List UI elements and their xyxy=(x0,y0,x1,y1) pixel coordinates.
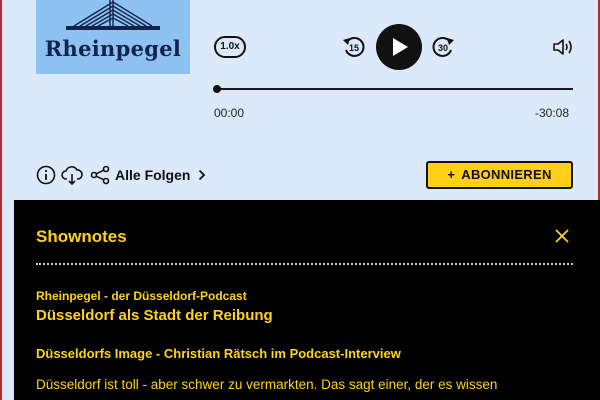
skip-forward-button[interactable]: 30 xyxy=(430,34,456,60)
play-icon xyxy=(393,38,408,56)
cover-title: Rheinpegel xyxy=(44,36,182,61)
progress-bar[interactable] xyxy=(216,88,573,90)
skip-forward-seconds: 30 xyxy=(437,43,448,53)
bridge-illustration-icon xyxy=(66,0,160,30)
playback-speed-button[interactable]: 1.0x xyxy=(214,36,246,58)
all-episodes-link[interactable]: Alle Folgen xyxy=(115,167,206,183)
episode-title: Düsseldorf als Stadt der Reibung xyxy=(36,307,273,324)
podcast-player: Rheinpegel 1.0x 15 30 00:00 -30:08 Alle … xyxy=(0,0,600,400)
all-episodes-label: Alle Folgen xyxy=(115,167,191,183)
remaining-time: -30:08 xyxy=(534,106,569,120)
chevron-right-icon xyxy=(199,169,206,181)
shownotes-title: Shownotes xyxy=(36,227,127,246)
skip-back-button[interactable]: 15 xyxy=(341,34,367,60)
subscribe-button[interactable]: + ABONNIEREN xyxy=(426,161,573,189)
shownotes-divider xyxy=(36,263,573,265)
podcast-cover[interactable]: Rheinpegel xyxy=(36,0,190,74)
play-button[interactable] xyxy=(376,24,422,70)
current-time: 00:00 xyxy=(214,106,245,120)
info-icon xyxy=(36,165,56,185)
plus-icon: + xyxy=(447,167,456,182)
skip-back-seconds: 15 xyxy=(348,43,359,53)
volume-button[interactable] xyxy=(552,37,574,57)
info-button[interactable] xyxy=(35,164,57,186)
shownotes-panel: Shownotes Rheinpegel - der Düsseldorf-Po… xyxy=(14,200,600,400)
download-cloud-icon xyxy=(61,166,83,186)
progress-handle[interactable] xyxy=(213,85,221,93)
subscribe-label: ABONNIEREN xyxy=(461,167,552,182)
share-icon xyxy=(90,165,110,185)
speaker-icon xyxy=(553,39,572,55)
close-icon[interactable] xyxy=(554,228,570,244)
download-button[interactable] xyxy=(61,164,83,186)
episode-description: Düsseldorf ist toll - aber schwer zu ver… xyxy=(36,377,498,392)
episode-series: Rheinpegel - der Düsseldorf-Podcast xyxy=(36,289,247,303)
episode-heading: Düsseldorfs Image - Christian Rätsch im … xyxy=(36,346,401,361)
share-button[interactable] xyxy=(89,164,111,186)
